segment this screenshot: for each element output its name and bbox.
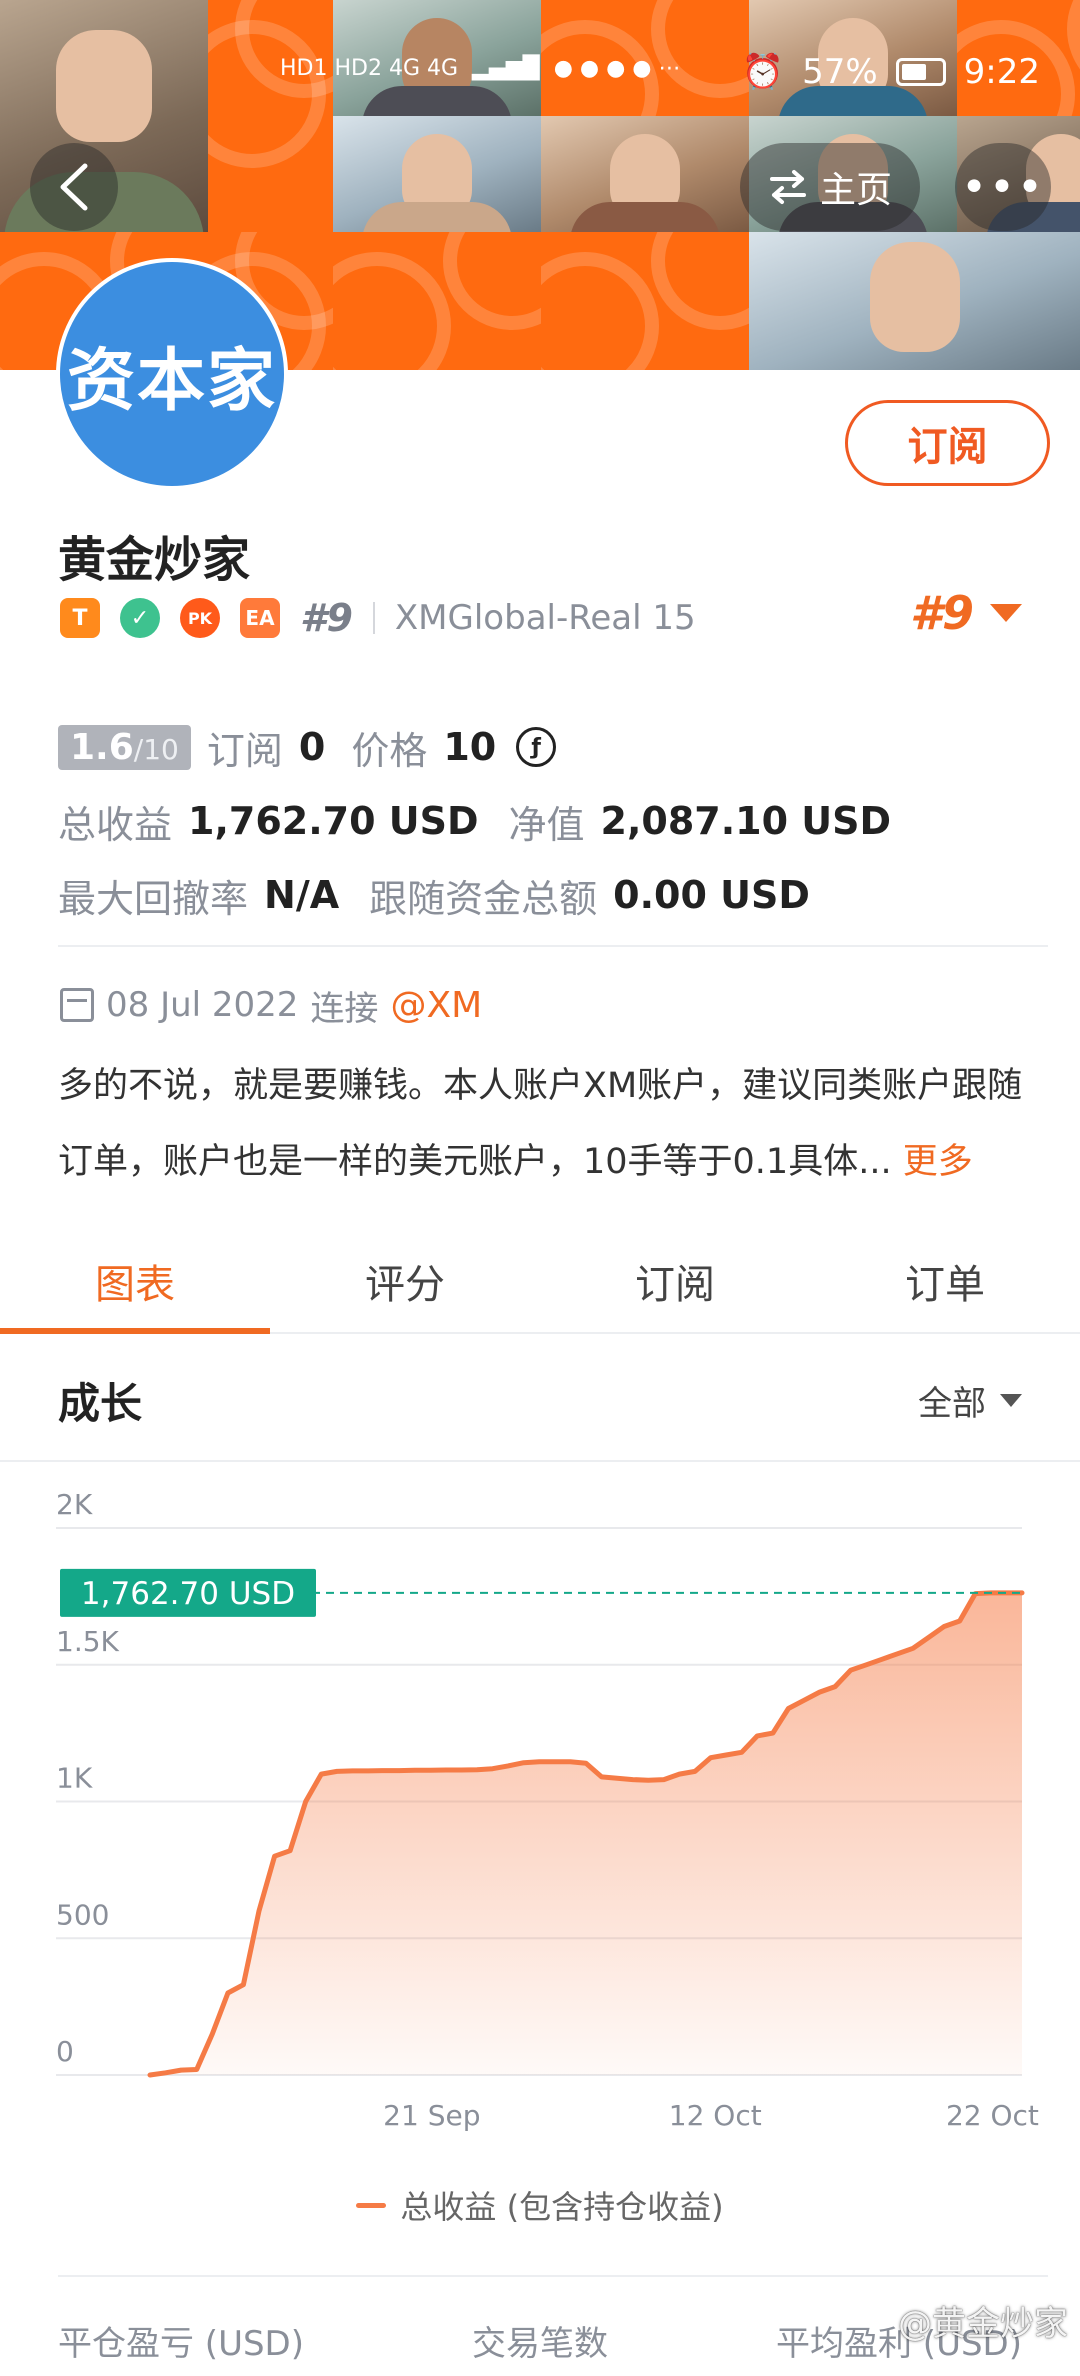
- ea-badge-icon[interactable]: EA: [240, 598, 280, 638]
- chart-legend[interactable]: 总收益 (包含持仓收益): [0, 2182, 1080, 2228]
- divider: [58, 2275, 1048, 2277]
- tab-orders[interactable]: 订单: [810, 1230, 1080, 1332]
- range-value: 全部: [918, 1384, 986, 1424]
- avatar[interactable]: 资本家: [56, 258, 288, 490]
- price-label: 价格: [351, 728, 428, 773]
- total-profit-value: 1,762.70 USD: [188, 799, 479, 843]
- follow-funds-label: 跟随资金总额: [369, 876, 598, 921]
- more-button[interactable]: •••: [955, 143, 1051, 231]
- connect-info: 08 Jul 2022 连接 @XM: [60, 980, 482, 1030]
- y-tick-label: 500: [56, 1898, 109, 1931]
- equity-value: 2,087.10 USD: [600, 799, 892, 843]
- watermark: @黄金炒家: [898, 2304, 1068, 2344]
- swap-icon: [769, 170, 806, 204]
- banner-photo: [749, 232, 1080, 370]
- rank-value: #9: [909, 586, 974, 640]
- growth-chart[interactable]: 0 500 1K 1.5K 2K 21 Sep 12 Oct 22 Oct 1,762.70 U…: [0, 1480, 1080, 2140]
- more-dots-icon: •••: [961, 161, 1045, 213]
- max-drawdown-value: N/A: [264, 873, 340, 917]
- divider: [58, 945, 1048, 947]
- price-value: 10: [443, 725, 497, 769]
- stat-row-drawdown: 最大回撤率 N/A 跟随资金总额 0.00 USD: [58, 858, 1048, 932]
- subscribe-label: 订阅: [907, 424, 988, 470]
- stats-block: 1.6/10 订阅 0 价格 10 ƒ 总收益 1,762.70 USD 净值 …: [58, 710, 1048, 932]
- legend-label: 总收益 (包含持仓收益): [400, 2188, 724, 2226]
- legend-swatch: [356, 2202, 387, 2208]
- signal-indicators: HD1 HD2 4G 4G ▂▄▆█ ● ● ● ● ⋯: [280, 56, 680, 81]
- growth-title: 成长: [58, 1379, 143, 1428]
- score-badge[interactable]: 1.6/10: [58, 724, 191, 770]
- description-text: 多的不说，就是要赚钱。本人账户XM账户，建议同类账户跟随订单，账户也是一样的美元…: [58, 1066, 1023, 1182]
- y-tick-label: 0: [56, 2035, 74, 2068]
- tab-chart[interactable]: 图表: [0, 1230, 270, 1334]
- trade-count-label: 交易笔数: [472, 2324, 608, 2364]
- pk-badge-icon[interactable]: PK: [180, 598, 220, 638]
- y-tick-label: 2K: [56, 1488, 93, 1521]
- stat-row-score: 1.6/10 订阅 0 价格 10 ƒ: [58, 710, 1048, 784]
- clock: 9:22: [963, 52, 1040, 92]
- back-button[interactable]: [30, 143, 118, 231]
- closed-pnl-label: 平仓盈亏 (USD): [58, 2324, 304, 2364]
- connect-label: 连接: [310, 988, 379, 1029]
- account-name: XMGlobal-Real 15: [394, 598, 696, 638]
- banner-photo: [541, 116, 749, 242]
- equity-label: 净值: [508, 802, 585, 847]
- x-tick-label: 12 Oct: [669, 2099, 762, 2132]
- signal-text: HD1 HD2 4G 4G: [280, 56, 459, 81]
- score-value: 1.6: [70, 726, 134, 768]
- more-link[interactable]: 更多: [903, 1142, 973, 1182]
- banner-pattern-tile: [208, 0, 333, 232]
- connect-date: 08 Jul 2022: [106, 985, 299, 1025]
- caret-down-icon: [1000, 1394, 1022, 1407]
- y-tick-label: 1K: [56, 1762, 93, 1795]
- follow-funds-value: 0.00 USD: [613, 873, 810, 917]
- tab-subscribe[interactable]: 订阅: [540, 1230, 810, 1332]
- stat-row-profit: 总收益 1,762.70 USD 净值 2,087.10 USD: [58, 784, 1048, 858]
- battery-percent: 57%: [802, 52, 878, 92]
- subscribe-count-label: 订阅: [206, 728, 283, 773]
- x-tick-label: 22 Oct: [946, 2099, 1039, 2132]
- description: 多的不说，就是要赚钱。本人账户XM账户，建议同类账户跟随订单，账户也是一样的美元…: [58, 1048, 1048, 1200]
- tab-bar: 图表 评分 订阅 订单: [0, 1230, 1080, 1334]
- t-badge-icon[interactable]: T: [60, 598, 100, 638]
- subscribe-count-value: 0: [298, 725, 326, 769]
- verified-shield-icon[interactable]: ✓: [120, 598, 160, 638]
- battery-icon: [895, 58, 946, 86]
- range-select[interactable]: 全部: [918, 1376, 1022, 1425]
- broker-link[interactable]: @XM: [390, 985, 482, 1026]
- divider: [0, 1460, 1080, 1462]
- badge-row: T ✓ PK EA #9 XMGlobal-Real 15: [60, 596, 696, 640]
- alarm-icon: ⏰: [741, 52, 785, 92]
- coin-icon: ƒ: [516, 727, 557, 767]
- banner-pattern-tile: [541, 232, 749, 370]
- status-bar: HD1 HD2 4G 4G ▂▄▆█ ● ● ● ● ⋯ ⏰ 57% 9:22: [0, 52, 1080, 102]
- max-drawdown-label: 最大回撤率: [58, 876, 249, 921]
- score-max: /10: [133, 732, 179, 766]
- subscribe-button[interactable]: 订阅: [845, 400, 1050, 486]
- chevron-left-icon: [60, 163, 88, 211]
- current-value-label: 1,762.70 USD: [81, 1576, 295, 1612]
- home-label: 主页: [819, 170, 892, 211]
- rank-inline: #9: [300, 596, 353, 640]
- total-profit-label: 总收益: [58, 802, 173, 847]
- home-button[interactable]: 主页: [740, 143, 920, 231]
- separator: [372, 602, 375, 634]
- caret-down-icon: [990, 604, 1022, 622]
- x-tick-label: 21 Sep: [383, 2099, 480, 2132]
- trader-name: 黄金炒家: [58, 532, 251, 588]
- banner-photo: [333, 116, 541, 242]
- calendar-icon: [60, 988, 94, 1022]
- avatar-text: 资本家: [66, 341, 277, 421]
- y-tick-label: 1.5K: [56, 1625, 120, 1658]
- rank-dropdown[interactable]: #9: [910, 586, 1022, 640]
- notification-icons: ● ● ● ● ⋯: [553, 56, 681, 81]
- tab-rating[interactable]: 评分: [270, 1230, 540, 1332]
- signal-bars-icon: ▂▄▆█: [472, 56, 540, 81]
- banner-pattern-tile: [333, 232, 541, 370]
